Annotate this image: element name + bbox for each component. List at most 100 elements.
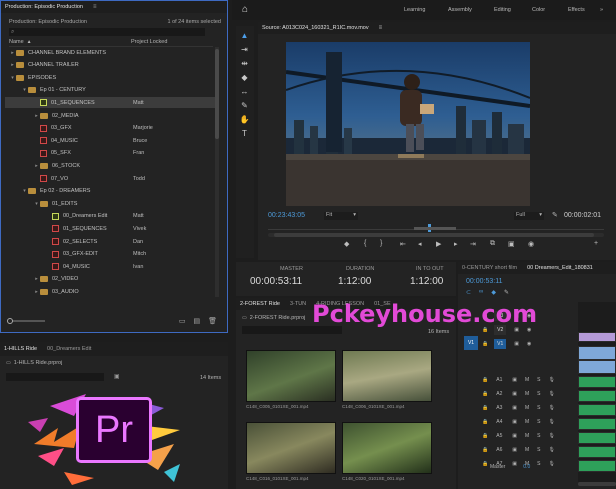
selection-tool-icon[interactable]: ▲ [239,30,250,41]
disclosure-triangle-icon[interactable]: ▸ [9,62,16,68]
tab-forest-ride[interactable]: 2-FOREST Ride [240,301,280,307]
list-item[interactable]: ▸ 03_AUDIO [5,286,215,297]
play-icon[interactable]: ▶ [436,240,441,248]
tab-hills-ride[interactable]: 1-HILLS Ride [4,346,37,352]
lock-icon[interactable]: 🔒 [482,447,488,453]
workspace-editing[interactable]: Editing [494,7,511,13]
step-forward-icon[interactable]: ▸ [454,240,458,248]
disclosure-triangle-icon[interactable]: ▾ [21,188,28,194]
tab-project[interactable]: Production: Episodic Production [5,4,83,10]
clip-thumbnail[interactable] [246,422,336,474]
audio-clip[interactable] [578,418,616,430]
mute-button[interactable]: M [525,377,529,383]
source-zoom-bar[interactable] [268,233,604,237]
settings-icon[interactable]: ✎ [504,289,509,297]
microphone-icon[interactable]: 🎙 [548,377,554,383]
disclosure-triangle-icon[interactable]: ▸ [9,50,16,56]
disclosure-triangle-icon[interactable]: ▸ [33,289,40,295]
microphone-icon[interactable]: 🎙 [548,391,554,397]
disclosure-triangle-icon[interactable]: ▾ [33,201,40,207]
tab-century-short-film[interactable]: 0-CENTURY short film [462,265,517,271]
hand-tool-icon[interactable]: ✋ [239,114,250,125]
mute-button[interactable]: M [525,419,529,425]
list-item[interactable]: ▸ CHANNEL TRAILER [5,60,215,71]
list-item[interactable]: ▾ Ep 02 - DREAMERS [5,186,215,197]
list-item[interactable]: 02_SELECTS Dan [5,236,215,247]
overwrite-icon[interactable]: ▣ [508,240,515,248]
microphone-icon[interactable]: 🎙 [548,405,554,411]
quality-dropdown[interactable]: Full ▾ [514,212,544,220]
video-clip[interactable] [578,332,616,342]
audio-track-header[interactable]: 🔒 A5 ▣ M S 🎙 [458,430,578,442]
go-to-in-icon[interactable]: ⇤ [400,240,406,248]
source-patch-v1[interactable]: V1 [464,336,478,350]
timeline-timecode[interactable]: 00:00:53:11 [466,278,502,285]
slip-tool-icon[interactable]: ↔ [239,86,250,97]
sync-lock-icon[interactable]: ▣ [512,377,517,383]
col-name[interactable]: Name [9,39,24,45]
list-item[interactable]: ▾ EPISODES [5,72,215,83]
lock-icon[interactable]: 🔒 [482,377,488,383]
disclosure-triangle-icon[interactable]: ▸ [33,113,40,119]
solo-button[interactable]: S [537,433,540,439]
master-level[interactable]: 0.0 [523,464,530,470]
sync-lock-icon[interactable]: ▣ [512,419,517,425]
list-item[interactable]: 03_GFX Marjorie [5,123,215,134]
panel-menu-icon[interactable]: ≡ [93,4,97,10]
source-timecode-in[interactable]: 00:23:43:05 [268,212,305,219]
add-button-icon[interactable]: + [594,240,598,247]
video-clip[interactable] [578,346,616,360]
list-item[interactable]: 01_SEQUENCES Vivek [5,223,215,234]
timeline-clips-area[interactable] [578,302,616,482]
audio-track-header[interactable]: 🔒 A3 ▣ M S 🎙 [458,402,578,414]
add-marker-icon[interactable]: ◆ [344,240,349,248]
workspace-learning[interactable]: Learning [404,7,425,13]
list-item[interactable]: 00_Dreamers Edit Matt [5,211,215,222]
export-frame-icon[interactable]: ◉ [528,240,534,248]
clip-thumbnail[interactable] [342,350,432,402]
insert-icon[interactable]: ⧉ [490,240,495,248]
mute-button[interactable]: M [525,391,529,397]
mark-out-icon[interactable]: } [380,240,382,247]
microphone-icon[interactable]: 🎙 [548,433,554,439]
track-select-tool-icon[interactable]: ⇥ [239,44,250,55]
sync-lock-icon[interactable]: ▣ [512,433,517,439]
source-video-frame[interactable] [286,42,530,206]
tab-dreamers-edit-seq[interactable]: 00 Dreamers_Edit_180831 [527,265,593,271]
project-scrollbar[interactable] [215,47,219,297]
solo-button[interactable]: S [537,377,540,383]
col-locked[interactable]: Project Locked [131,39,167,45]
step-back-icon[interactable]: ◂ [418,240,422,248]
ripple-edit-tool-icon[interactable]: ⇹ [239,58,250,69]
eye-icon[interactable]: ◉ [527,341,531,347]
source-menu-icon[interactable]: ≡ [379,25,383,31]
solo-button[interactable]: S [537,391,540,397]
audio-clip[interactable] [578,404,616,416]
list-item[interactable]: ▸ 06_STOCK [5,160,215,171]
clip-thumbnail[interactable] [246,350,336,402]
lock-icon[interactable]: 🔒 [482,341,488,347]
mute-button[interactable]: M [525,433,529,439]
go-to-out-icon[interactable]: ⇥ [470,240,476,248]
list-item[interactable]: 07_VO Todd [5,173,215,184]
razor-tool-icon[interactable]: ◆ [239,72,250,83]
home-icon[interactable]: ⌂ [242,4,248,15]
sync-lock-icon[interactable]: ▣ [512,405,517,411]
sync-lock-icon[interactable]: ▣ [514,341,519,347]
list-item[interactable]: 04_MUSIC Bruce [5,135,215,146]
bin1-search[interactable] [6,373,104,381]
tab-dreamers-edit[interactable]: 00_Dreamers Edit [47,346,91,352]
sync-lock-icon[interactable]: ▣ [512,391,517,397]
lock-icon[interactable]: 🔒 [482,433,488,439]
list-item[interactable]: 03_GFX-EDIT Mitch [5,249,215,260]
track-target[interactable]: V1 [494,339,507,349]
audio-clip[interactable] [578,390,616,402]
disclosure-triangle-icon[interactable]: ▾ [9,75,16,81]
timeline-scrollbar[interactable] [578,482,616,486]
source-time-ruler[interactable] [268,224,604,232]
workspace-assembly[interactable]: Assembly [448,7,472,13]
list-item[interactable]: ▾ 01_EDITS [5,198,215,209]
list-item[interactable]: 05_SFX Fran [5,148,215,159]
audio-track-header[interactable]: 🔒 A1 ▣ M S 🎙 [458,374,578,386]
audio-clip[interactable] [578,446,616,458]
